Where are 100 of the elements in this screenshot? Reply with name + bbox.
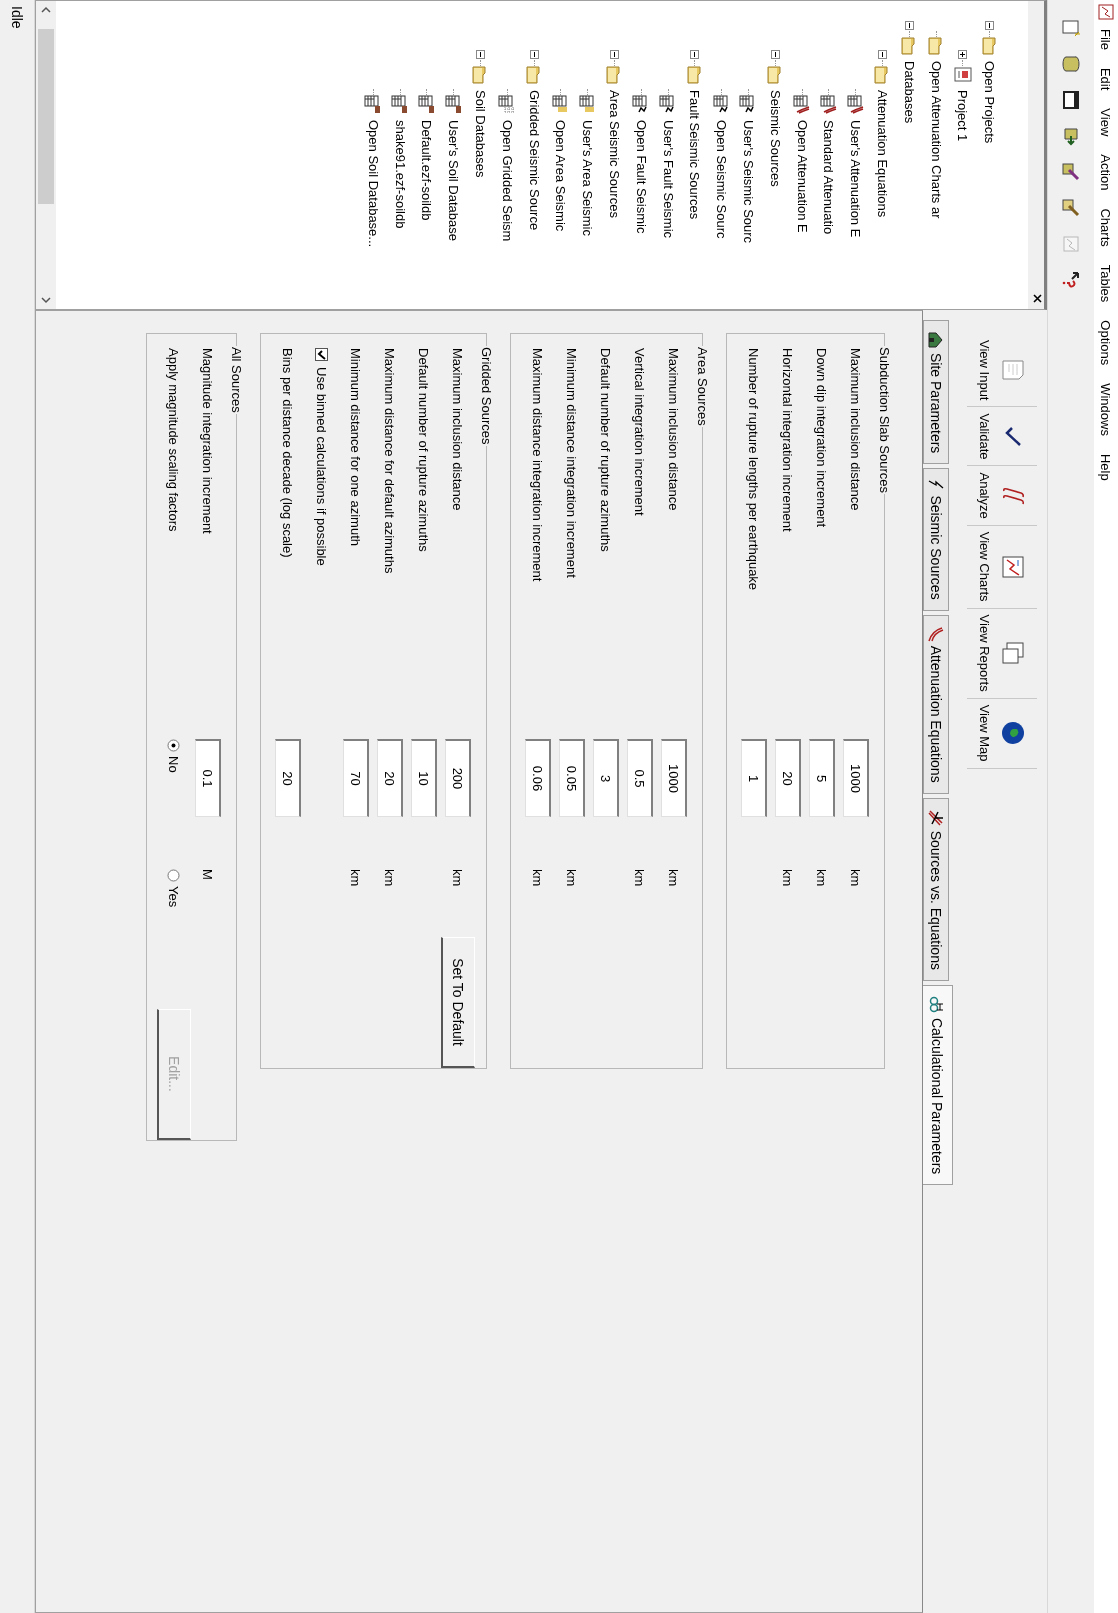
- unit-label: km: [780, 869, 796, 889]
- tab[interactable]: Calculational Parameters: [923, 984, 953, 1186]
- folder-icon: [901, 37, 918, 55]
- tree-item[interactable]: Soil Databases: [471, 88, 489, 180]
- input-field[interactable]: 1: [741, 739, 767, 817]
- tree-item[interactable]: Area Seismic Sources: [605, 88, 623, 220]
- toolbar-button[interactable]: Analyze: [967, 466, 1037, 526]
- tree-item[interactable]: Seismic Sources: [766, 88, 784, 189]
- tree-item[interactable]: Open Attenuation Charts ar: [927, 59, 945, 221]
- menu-item[interactable]: Windows: [1098, 374, 1114, 445]
- tree-item[interactable]: Attenuation Equations: [873, 88, 891, 220]
- menu-item[interactable]: File: [1098, 20, 1114, 59]
- tree-item[interactable]: User's Fault Seismic: [659, 118, 677, 241]
- toolbar-button[interactable]: Validate: [967, 407, 1037, 467]
- tab[interactable]: Site Parameters: [923, 320, 949, 465]
- chart-icon: [1000, 553, 1027, 580]
- collapse-icon[interactable]: [475, 49, 485, 59]
- menu-item[interactable]: View: [1098, 99, 1114, 146]
- scrollbar[interactable]: [36, 1, 56, 309]
- input-field[interactable]: 0.1: [195, 739, 221, 817]
- toolbar-button[interactable]: View Input: [967, 334, 1037, 408]
- unit-label: km: [666, 869, 682, 889]
- folder-icon: [526, 66, 543, 84]
- menu-item[interactable]: Edit: [1098, 58, 1114, 100]
- collapse-icon[interactable]: [529, 49, 539, 59]
- tree-item[interactable]: Open Area Seismic: [552, 118, 570, 234]
- collapse-icon[interactable]: [770, 49, 780, 59]
- input-field[interactable]: 10: [411, 739, 437, 817]
- tab[interactable]: Seismic Sources: [923, 468, 949, 611]
- input-field[interactable]: 20: [377, 739, 403, 817]
- table-icon: [364, 95, 383, 114]
- tree-item[interactable]: Project 1: [954, 88, 972, 144]
- window-icon: [1061, 90, 1081, 110]
- tab[interactable]: Sources vs. Equations: [923, 797, 949, 981]
- menu-item[interactable]: Action: [1098, 145, 1114, 200]
- tree-item[interactable]: Open Attenuation E: [793, 118, 811, 235]
- menu-item[interactable]: Help: [1098, 444, 1114, 490]
- field-label: Minimum distance for one azimuth: [348, 348, 364, 548]
- input-field[interactable]: 5: [809, 739, 835, 817]
- input-field[interactable]: 20: [275, 739, 301, 817]
- database-arrow-icon: [1061, 126, 1081, 146]
- field-label: Apply magnitude scaling factors: [166, 348, 182, 534]
- collapse-icon[interactable]: [609, 49, 619, 59]
- collapse-icon[interactable]: [904, 20, 914, 30]
- scrollbar-thumb[interactable]: [38, 29, 54, 204]
- input-field[interactable]: 0.05: [559, 739, 585, 817]
- collapse-icon[interactable]: [690, 49, 700, 59]
- folder-icon: [686, 66, 703, 84]
- field-label: Maximum inclusion distance: [666, 348, 682, 513]
- tree-item[interactable]: User's Area Seismic: [579, 118, 597, 238]
- field-label: Maximum inclusion distance: [450, 348, 466, 513]
- input-field[interactable]: 0.5: [627, 739, 653, 817]
- menu-item[interactable]: Options: [1098, 311, 1114, 375]
- tree-item[interactable]: Open Seismic Sourc: [713, 118, 731, 241]
- input-field[interactable]: 3: [593, 739, 619, 817]
- menu-item[interactable]: Charts: [1098, 199, 1114, 256]
- tree-item[interactable]: Standard Attenuatio: [820, 118, 838, 237]
- tree-item[interactable]: Open Projects: [981, 59, 999, 146]
- field-label: Horizontal integration increment: [780, 348, 796, 534]
- table-icon: [498, 95, 517, 114]
- group-title: Area Sources: [695, 346, 710, 427]
- group-title: All Sources: [229, 346, 244, 414]
- field-label: Maximum distance for default azimuths: [382, 348, 398, 576]
- tree-item[interactable]: User's Seismic Sourc: [739, 118, 757, 246]
- checkbox[interactable]: [315, 348, 329, 361]
- input-field[interactable]: 20: [775, 739, 801, 817]
- input-field[interactable]: 70: [343, 739, 369, 817]
- close-icon[interactable]: [1033, 294, 1042, 303]
- tree-item[interactable]: Open Fault Seismic: [632, 118, 650, 236]
- input-field[interactable]: 1000: [843, 739, 869, 817]
- tree-item[interactable]: Open Soil Database...: [364, 118, 382, 250]
- table-icon: [793, 95, 812, 114]
- toolbar-button[interactable]: View Map: [967, 698, 1037, 769]
- toolbar-button[interactable]: View Reports: [967, 608, 1037, 699]
- menu-item[interactable]: Tables: [1098, 255, 1114, 312]
- tree-item[interactable]: Gridded Seismic Source: [525, 88, 543, 233]
- expand-icon[interactable]: [958, 49, 968, 59]
- tree-item[interactable]: Open Gridded Seism: [498, 118, 516, 244]
- tree-item[interactable]: User's Attenuation E: [847, 118, 865, 240]
- input-field[interactable]: 1000: [661, 739, 687, 817]
- action-button[interactable]: Set To Default: [441, 937, 475, 1068]
- tree-item[interactable]: Databases: [900, 59, 918, 126]
- input-field[interactable]: 0.06: [525, 739, 551, 817]
- tree-item[interactable]: Fault Seismic Sources: [686, 88, 704, 222]
- input-field[interactable]: 200: [445, 739, 471, 817]
- scroll-left-icon[interactable]: [41, 5, 51, 15]
- document-icon: [953, 66, 972, 84]
- table-icon: [819, 95, 838, 114]
- radio-button[interactable]: [167, 739, 181, 752]
- tree-item[interactable]: Default.ezf-soildb: [418, 118, 436, 223]
- tree-item[interactable]: shake91.ezf-soildb: [391, 118, 409, 231]
- collapse-icon[interactable]: [985, 20, 995, 30]
- tab[interactable]: Attenuation Equations: [923, 614, 949, 794]
- radio-button[interactable]: [167, 869, 181, 882]
- pencil-icon: [1061, 198, 1081, 218]
- tree-item[interactable]: User's Soil Database: [445, 118, 463, 243]
- collapse-icon[interactable]: [877, 49, 887, 59]
- folder-icon: [874, 66, 891, 84]
- scroll-right-icon[interactable]: [41, 295, 51, 305]
- toolbar-button[interactable]: View Charts: [967, 525, 1037, 609]
